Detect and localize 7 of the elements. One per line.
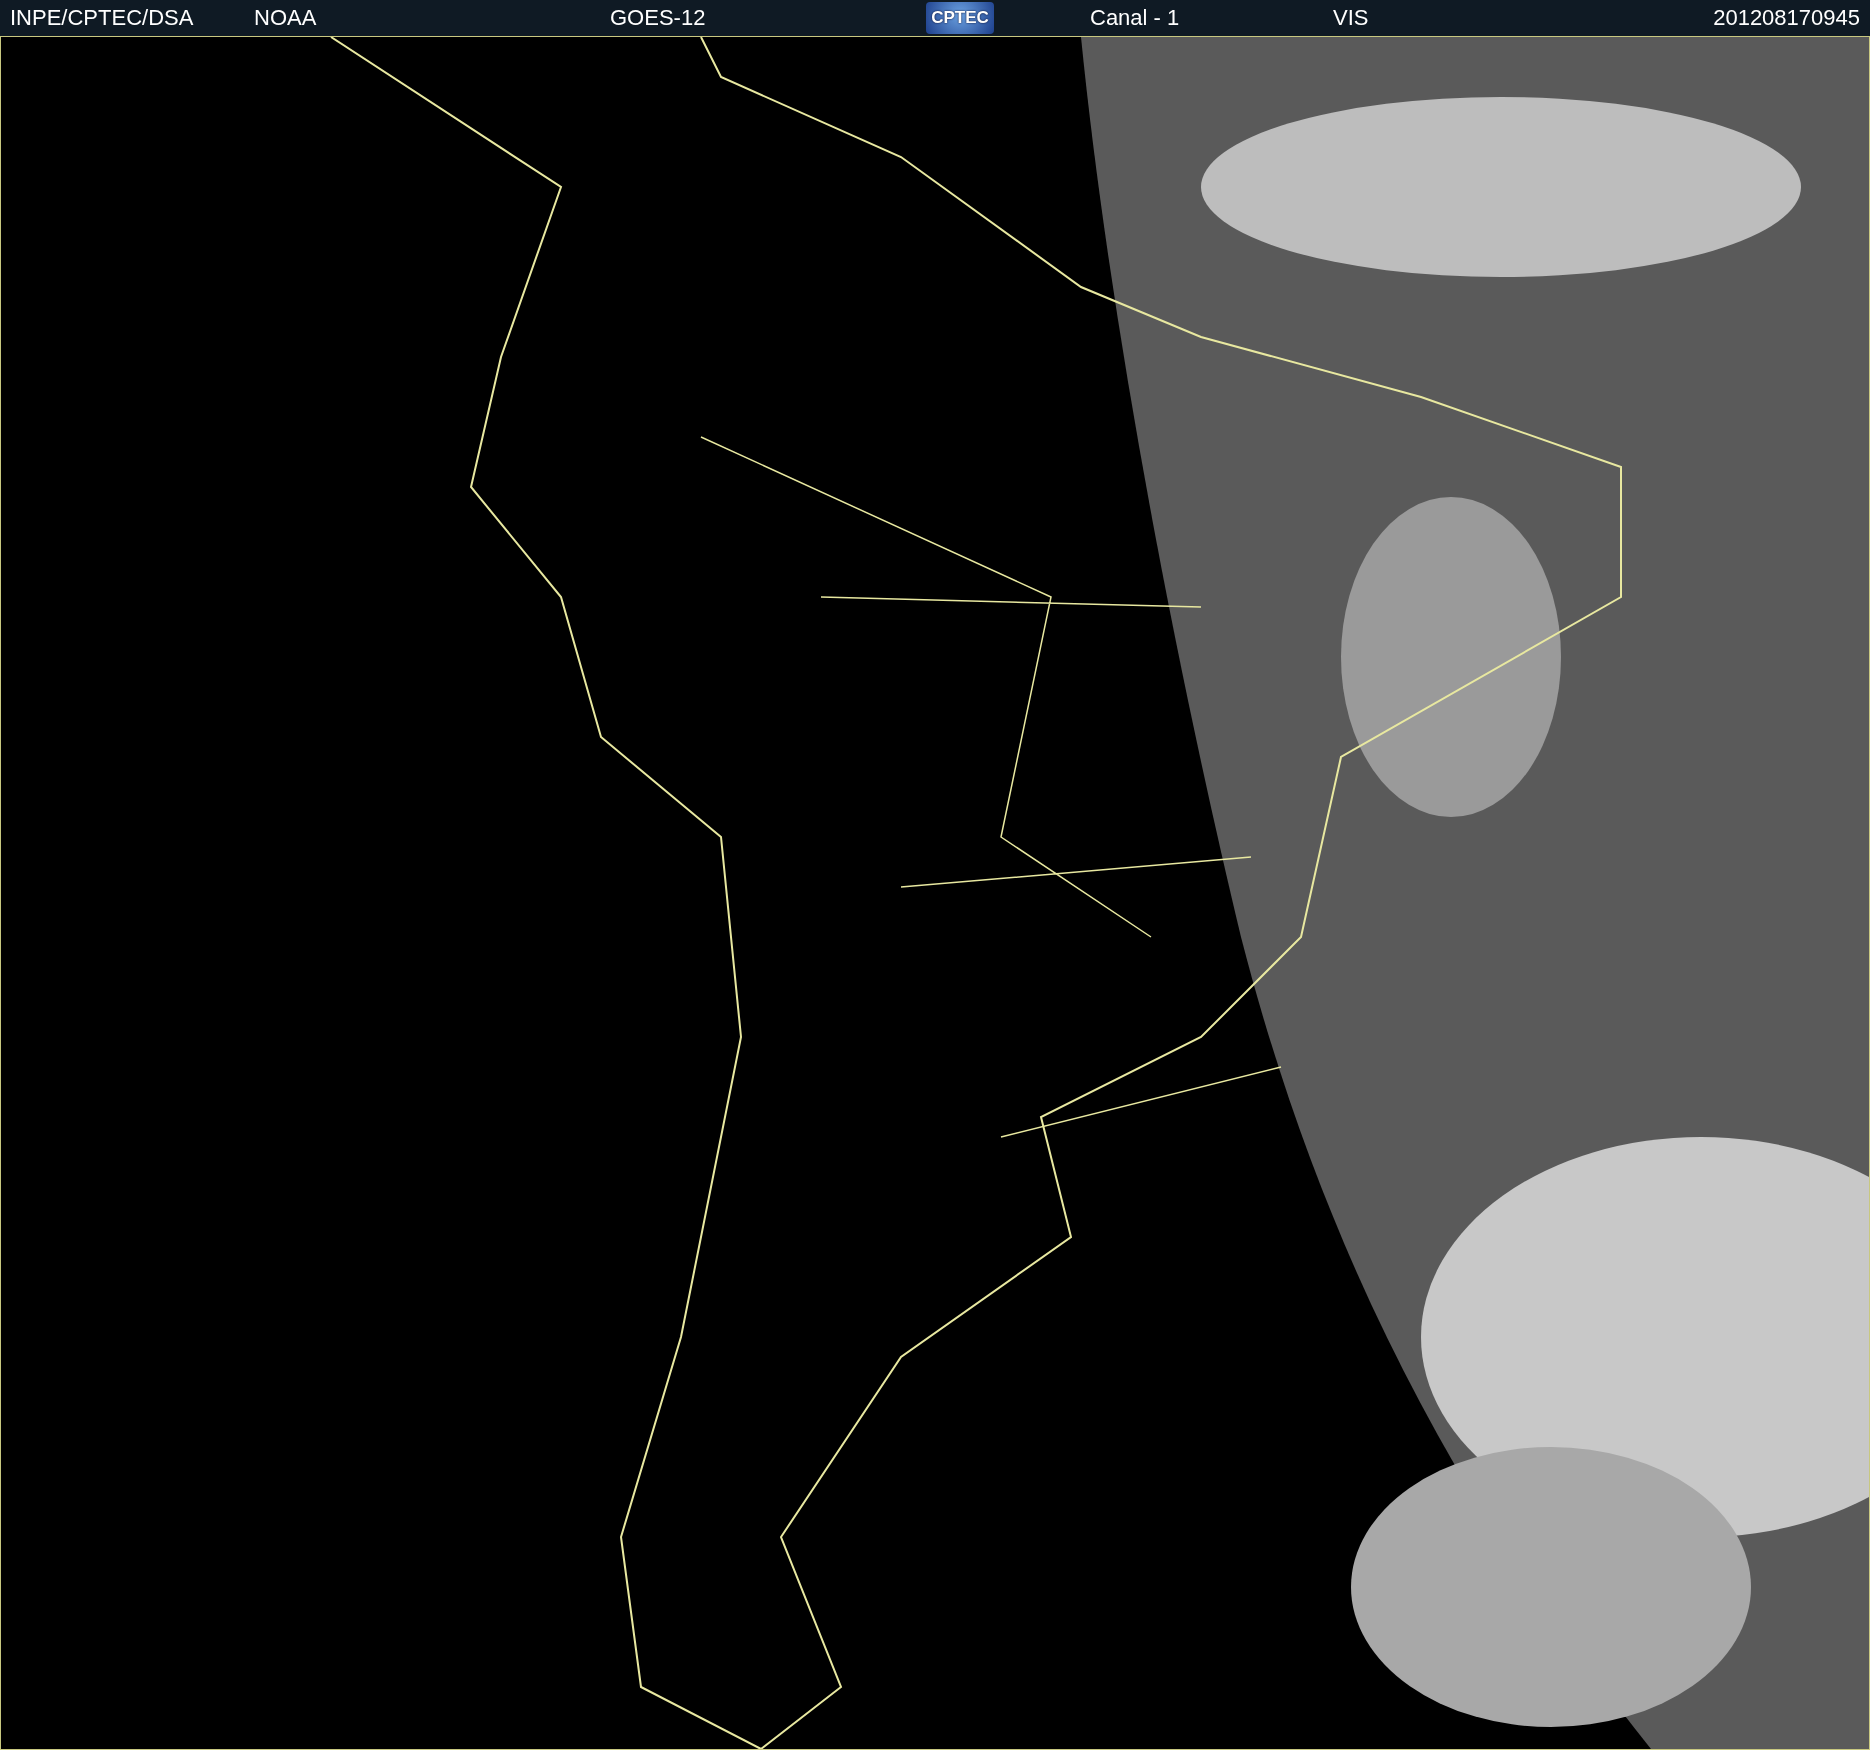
timestamp: 201208170945 — [1713, 5, 1860, 31]
header-label: NOAA — [254, 5, 318, 31]
header-label: INPE/CPTEC/DSA — [10, 5, 195, 31]
header-label: Canal - 1 — [1090, 5, 1181, 31]
logo: CPTEC — [926, 2, 994, 34]
header-label: VIS — [1333, 5, 1370, 31]
header-label: GOES-12 — [610, 5, 707, 31]
